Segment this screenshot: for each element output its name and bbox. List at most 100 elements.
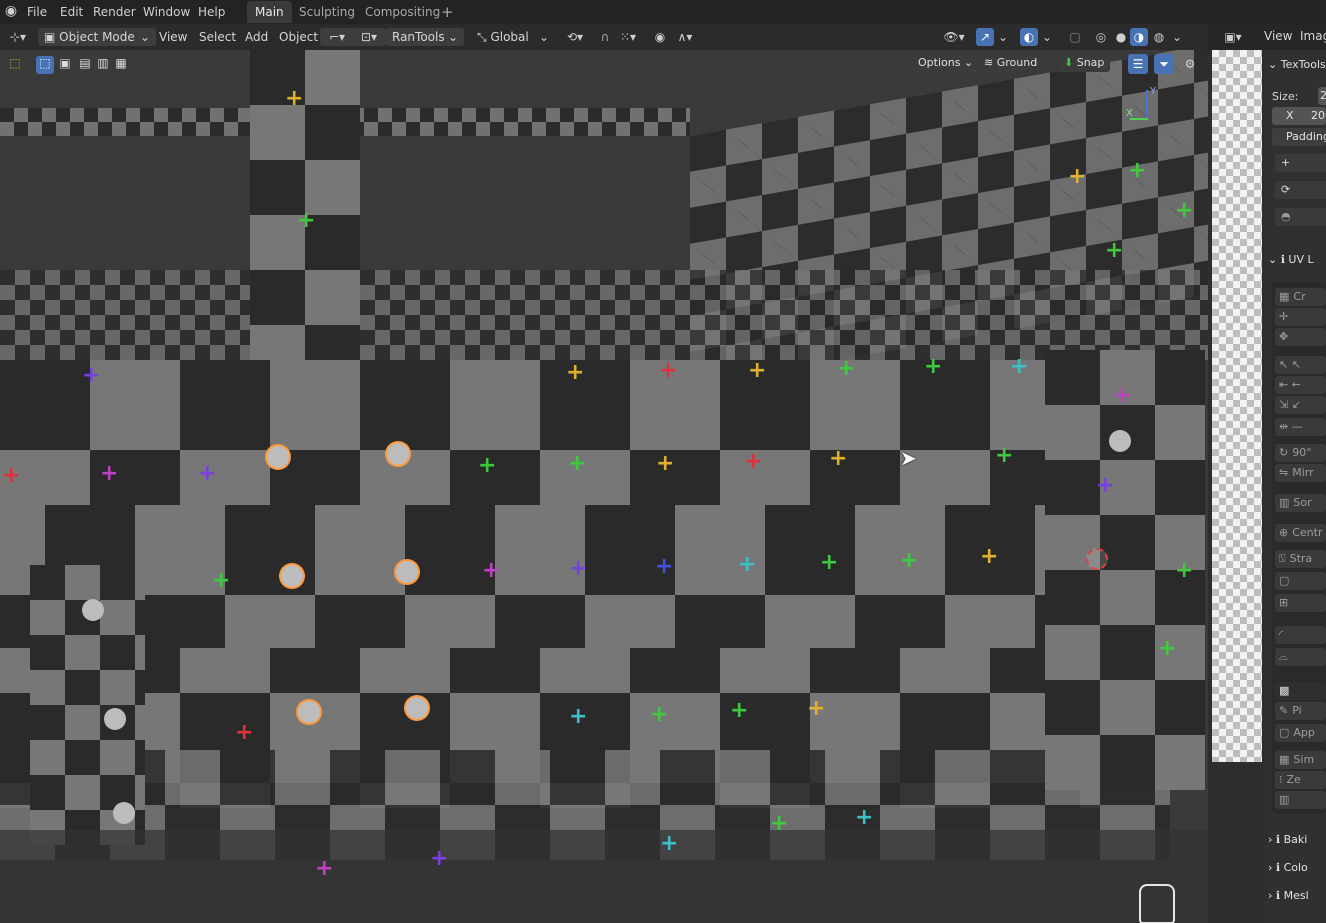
bolt-selected[interactable]: [267, 446, 289, 468]
menu-add[interactable]: Add: [245, 28, 268, 46]
select-invert-icon[interactable]: ▥: [94, 56, 112, 74]
bolt-selected[interactable]: [406, 697, 428, 719]
snap-button[interactable]: ⬇ Snap: [1058, 54, 1111, 72]
bolt-selected[interactable]: [298, 701, 320, 723]
uv-tool-icon[interactable]: ◓: [1275, 208, 1326, 226]
uv-tool-picker[interactable]: ✎ Pi: [1275, 702, 1326, 720]
navigation-gizmo[interactable]: X Y: [1120, 86, 1160, 126]
image-menu-image[interactable]: Imag: [1300, 29, 1326, 43]
uv-marker-icon: +: [1128, 158, 1147, 183]
uv-tool-align-l[interactable]: ⇤ ←: [1275, 376, 1326, 394]
overlays-dropdown-icon[interactable]: ⌄: [1040, 28, 1054, 46]
menu-help[interactable]: Help: [198, 3, 225, 21]
blender-logo-icon[interactable]: ◉: [3, 3, 19, 19]
shading-solid-icon[interactable]: ●: [1112, 28, 1130, 46]
xray-toggle-icon[interactable]: ▢: [1066, 28, 1084, 46]
uv-tool-center[interactable]: ⊕ Centr: [1275, 524, 1326, 542]
pan-hand-icon[interactable]: [1139, 884, 1175, 923]
select-intersect-icon[interactable]: ▦: [112, 56, 130, 74]
bolt-selected[interactable]: [281, 565, 303, 587]
menu-select[interactable]: Select: [199, 28, 236, 46]
uv-checker-preview[interactable]: [1212, 50, 1262, 762]
3d-viewport[interactable]: + + + + + + + + + + + + + + + + + + + + …: [0, 50, 1208, 923]
uv-marker-icon: +: [655, 554, 674, 579]
reload-icon[interactable]: ⟳: [1275, 181, 1326, 199]
color-header[interactable]: › ℹ Colo: [1268, 857, 1308, 879]
uv-tool-arrange[interactable]: ✥: [1275, 328, 1326, 346]
uv-tool-texel[interactable]: ▩: [1275, 682, 1326, 700]
overlays-toggle-icon[interactable]: ◐: [1020, 28, 1038, 46]
editor-type-icon[interactable]: ⊹▾: [4, 28, 32, 46]
shading-dropdown-icon[interactable]: ⌄: [1170, 28, 1184, 46]
menu-file[interactable]: File: [27, 3, 47, 21]
add-button[interactable]: +: [1275, 154, 1326, 172]
options-dropdown[interactable]: Options ⌄: [912, 54, 980, 72]
image-menu-view[interactable]: View: [1264, 29, 1292, 43]
uv-layout-header[interactable]: ⌄ ℹ UV L: [1268, 249, 1314, 271]
orientation-dropdown[interactable]: ⤡ Global ⌄: [477, 28, 549, 46]
select-subtract-icon[interactable]: ▤: [76, 56, 94, 74]
settings-gear-icon[interactable]: ⚙: [1180, 54, 1200, 74]
menu-object[interactable]: Object: [279, 28, 318, 46]
select-box-icon[interactable]: ⬚: [36, 56, 54, 74]
sidebar-toggle-icon[interactable]: ☰: [1128, 54, 1148, 74]
bolt[interactable]: [113, 802, 135, 824]
bolt[interactable]: [82, 599, 104, 621]
bolt[interactable]: [1109, 430, 1131, 452]
tweak-tool-icon[interactable]: ⬚: [6, 56, 24, 74]
pivot-point-icon[interactable]: ⟲▾: [562, 28, 588, 46]
uv-tool-relax[interactable]: ◜: [1275, 626, 1326, 644]
uv-tool-mirror[interactable]: ⇋ Mirr: [1275, 464, 1326, 482]
padding-field[interactable]: Padding: [1272, 128, 1326, 146]
uv-tool-apply[interactable]: ▢ App: [1275, 724, 1326, 742]
shading-rendered-icon[interactable]: ◍: [1150, 28, 1168, 46]
shading-wireframe-icon[interactable]: ◎: [1092, 28, 1110, 46]
3d-cursor-icon[interactable]: [1086, 548, 1108, 570]
uv-tool-crop[interactable]: ▦ Cr: [1275, 288, 1326, 306]
uv-tool-align-bl[interactable]: ⇲ ↙: [1275, 396, 1326, 414]
falloff-curve-icon[interactable]: ∧▾: [672, 28, 698, 46]
uv-tool-rotate-90[interactable]: ↻ 90°: [1275, 444, 1326, 462]
baking-header[interactable]: › ℹ Baki: [1268, 829, 1307, 851]
uv-tool-align-tl[interactable]: ↖ ↖: [1275, 356, 1326, 374]
snap-target-icon[interactable]: ⊡▾: [352, 28, 386, 46]
select-extend-icon[interactable]: ▣: [56, 56, 74, 74]
shading-material-icon[interactable]: ◑: [1130, 28, 1148, 46]
rantools-dropdown[interactable]: RanTools ⌄: [386, 28, 464, 46]
size-field[interactable]: 2: [1318, 87, 1326, 105]
bolt-selected[interactable]: [396, 561, 418, 583]
proportional-edit-icon[interactable]: ◉: [652, 28, 668, 46]
uv-tool-smooth[interactable]: ⌓: [1275, 648, 1326, 666]
gizmo-toggle-icon[interactable]: ↗: [976, 28, 994, 46]
menu-view[interactable]: View: [159, 28, 187, 46]
menu-edit[interactable]: Edit: [60, 3, 83, 21]
bolt[interactable]: [104, 708, 126, 730]
menu-render[interactable]: Render: [93, 3, 136, 21]
uv-tool-straighten[interactable]: ⍂ Stra: [1275, 550, 1326, 568]
snap-increment-icon[interactable]: ⁙▾: [617, 28, 639, 46]
textools-header[interactable]: ⌄ TexTools: [1268, 54, 1326, 76]
mode-selector[interactable]: ▣ Object Mode ⌄: [38, 28, 156, 46]
mesh-header[interactable]: › ℹ Mesl: [1268, 885, 1309, 907]
uv-tool-extra[interactable]: ▥: [1275, 791, 1326, 809]
uv-tool-sort[interactable]: ▥ Sor: [1275, 494, 1326, 512]
filter-icon[interactable]: ⏷: [1154, 54, 1174, 74]
tab-sculpting[interactable]: Sculpting: [291, 1, 363, 23]
uv-tool-grid[interactable]: ⊞: [1275, 594, 1326, 612]
visibility-eye-icon[interactable]: 👁▾: [940, 28, 968, 46]
uv-tool-move[interactable]: ✛: [1275, 308, 1326, 326]
transform-pivot-icon[interactable]: ⌐▾: [320, 28, 354, 46]
tab-main[interactable]: Main: [247, 1, 292, 23]
gizmo-dropdown-icon[interactable]: ⌄: [996, 28, 1010, 46]
add-workspace-button[interactable]: +: [433, 1, 462, 23]
size-x-field[interactable]: X 20: [1272, 107, 1326, 125]
uv-tool-zero[interactable]: ⁝ Ze: [1275, 771, 1326, 789]
snapping-magnet-icon[interactable]: ∩: [596, 28, 614, 46]
ground-button[interactable]: ≋ Ground: [978, 54, 1044, 72]
uv-tool-distribute[interactable]: ⇹ —: [1275, 418, 1326, 436]
menu-window[interactable]: Window: [143, 3, 190, 21]
uv-tool-similar[interactable]: ▦ Sim: [1275, 751, 1326, 769]
image-editor-type-icon[interactable]: ▣▾: [1220, 28, 1246, 46]
bolt-selected[interactable]: [387, 443, 409, 465]
uv-tool-rectify[interactable]: ▢: [1275, 572, 1326, 590]
